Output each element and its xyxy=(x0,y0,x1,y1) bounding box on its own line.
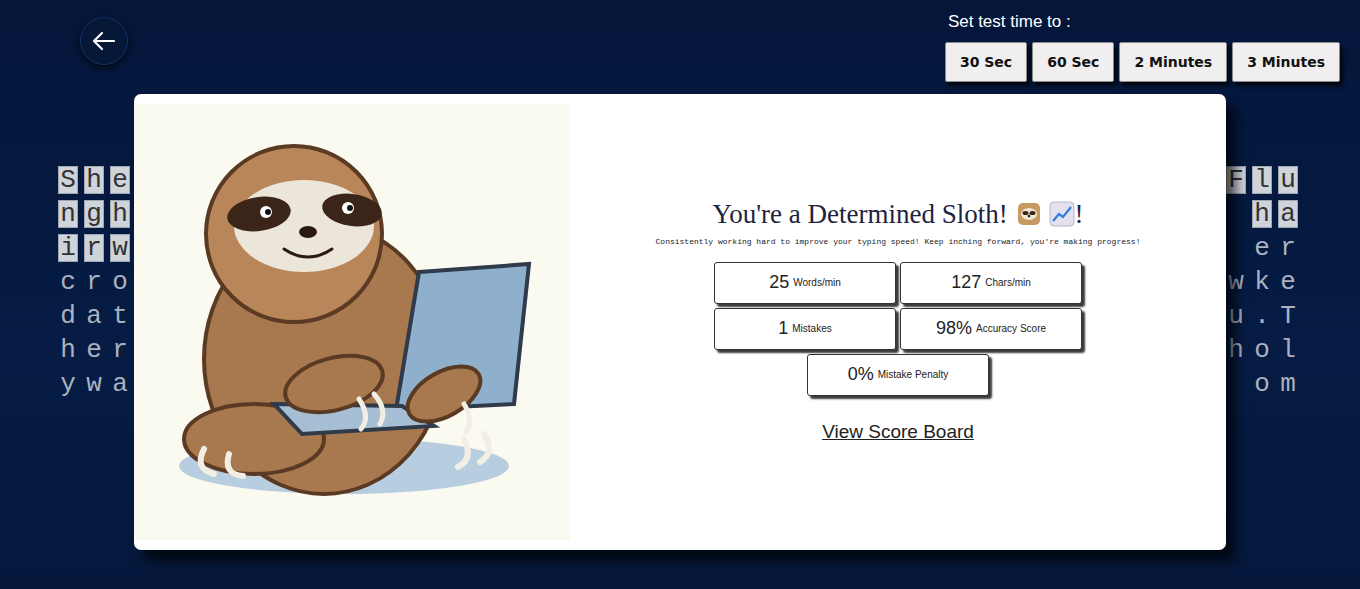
passage-char: h xyxy=(84,166,104,194)
stat-label: Mistake Penalty xyxy=(878,367,949,382)
passage-char: c xyxy=(58,268,78,296)
top-bar: Set test time to : 30 Sec60 Sec2 Minutes3… xyxy=(0,0,1360,94)
chart-up-icon xyxy=(1049,201,1075,227)
passage-fragment: dat xyxy=(58,302,136,336)
passage-char: y xyxy=(58,370,78,398)
stats-grid: 25 Words/min 127 Chars/min 1 Mistakes 98% Accur… xyxy=(712,262,1084,396)
stat-box: 1 Mistakes xyxy=(714,308,896,350)
back-arrow-icon[interactable] xyxy=(90,27,118,55)
passage-char: e xyxy=(1278,268,1298,296)
passage-char: l xyxy=(1278,336,1298,364)
stat-value: 1 xyxy=(778,315,788,342)
time-option[interactable]: 60 Sec xyxy=(1032,42,1114,82)
passage-fragment: om xyxy=(1252,370,1304,404)
passage-char: a xyxy=(110,370,130,398)
time-option[interactable]: 2 Minutes xyxy=(1119,42,1227,82)
passage-char: o xyxy=(1252,370,1272,398)
passage-char: i xyxy=(58,234,78,262)
passage-char: o xyxy=(110,268,130,296)
passage-fragment: er xyxy=(1252,234,1304,268)
passage-char: a xyxy=(84,302,104,330)
passage-char: h xyxy=(1226,336,1246,364)
stat-label: Words/min xyxy=(793,275,841,290)
stat-value: 98% xyxy=(936,315,972,342)
time-setting: Set test time to : 30 Sec60 Sec2 Minutes3… xyxy=(945,12,1340,82)
passage-fragment: cro xyxy=(58,268,136,302)
passage-char: F xyxy=(1226,166,1246,194)
passage-char: g xyxy=(84,200,104,228)
passage-char: k xyxy=(1252,268,1272,296)
passage-fragment: her xyxy=(58,336,136,370)
passage-fragment: u.T xyxy=(1226,302,1304,336)
title-text: You're a Determined Sloth! xyxy=(712,199,1007,229)
sloth-laptop-icon xyxy=(134,104,570,540)
passage-fragment: irw xyxy=(58,234,136,268)
result-panel: You're a Determined Sloth! ! Consistently… xyxy=(570,94,1226,550)
result-title: You're a Determined Sloth! ! xyxy=(712,198,1083,230)
passage-char: r xyxy=(84,268,104,296)
title-icons xyxy=(1016,199,1075,229)
stat-value: 25 xyxy=(769,269,789,296)
stat-box: 98% Accuracy Score xyxy=(900,308,1082,350)
stat-box: 25 Words/min xyxy=(714,262,896,304)
passage-char: w xyxy=(1226,268,1246,296)
passage-char: e xyxy=(84,336,104,364)
stat-value: 127 xyxy=(951,269,981,296)
time-label: Set test time to : xyxy=(948,12,1340,32)
passage-fragment: hol xyxy=(1226,336,1304,370)
result-message: Consistently working hard to improve you… xyxy=(656,236,1141,248)
passage-fragment: She xyxy=(58,166,136,200)
passage-fragment: ywa xyxy=(58,370,136,404)
sloth-icon xyxy=(1016,201,1042,227)
result-dialog: You're a Determined Sloth! ! Consistently… xyxy=(134,94,1226,550)
passage-char: w xyxy=(84,370,104,398)
stat-label: Chars/min xyxy=(985,275,1031,290)
passage-char: S xyxy=(58,166,78,194)
passage-char: u xyxy=(1278,166,1298,194)
passage-char: h xyxy=(110,200,130,228)
passage-char: e xyxy=(110,166,130,194)
passage-fragment: ngh xyxy=(58,200,136,234)
passage-fragment: ha xyxy=(1252,200,1304,234)
passage-char: r xyxy=(1278,234,1298,262)
stat-label: Mistakes xyxy=(792,321,831,336)
stat-label: Accuracy Score xyxy=(976,321,1046,336)
passage-char: a xyxy=(1278,200,1298,228)
title-end: ! xyxy=(1075,199,1084,229)
passage-char: h xyxy=(1252,200,1272,228)
passage-char: h xyxy=(58,336,78,364)
passage-char: r xyxy=(110,336,130,364)
back-button[interactable] xyxy=(80,17,128,65)
passage-char: d xyxy=(58,302,78,330)
stat-box: 0% Mistake Penalty xyxy=(807,354,989,396)
stat-box: 127 Chars/min xyxy=(900,262,1082,304)
time-options: 30 Sec60 Sec2 Minutes3 Minutes xyxy=(945,42,1340,82)
stat-value: 0% xyxy=(848,361,874,388)
time-option[interactable]: 30 Sec xyxy=(945,42,1027,82)
passage-char: r xyxy=(84,234,104,262)
passage-char: e xyxy=(1252,234,1272,262)
time-option[interactable]: 3 Minutes xyxy=(1232,42,1340,82)
passage-fragment: Flu xyxy=(1226,166,1304,200)
passage-char: o xyxy=(1252,336,1272,364)
score-board-link[interactable]: View Score Board xyxy=(822,418,974,447)
passage-char: n xyxy=(58,200,78,228)
passage-char: t xyxy=(110,302,130,330)
passage-char: l xyxy=(1252,166,1272,194)
passage-char: w xyxy=(110,234,130,262)
passage-fragment: wke xyxy=(1226,268,1304,302)
passage-char: . xyxy=(1252,302,1272,330)
passage-char: m xyxy=(1278,370,1298,398)
sloth-picture xyxy=(134,104,570,540)
passage-char: T xyxy=(1278,302,1298,330)
passage-char: u xyxy=(1226,302,1246,330)
